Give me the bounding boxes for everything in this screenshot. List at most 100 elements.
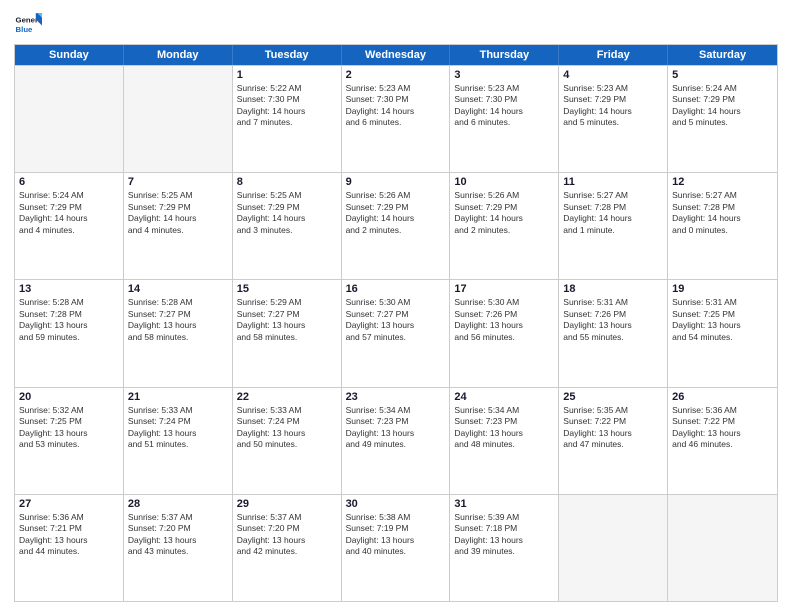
calendar-cell: [668, 495, 777, 601]
day-number: 18: [563, 283, 663, 295]
calendar-cell: [559, 495, 668, 601]
calendar: SundayMondayTuesdayWednesdayThursdayFrid…: [14, 44, 778, 602]
cell-info: Sunrise: 5:34 AM Sunset: 7:23 PM Dayligh…: [346, 405, 446, 451]
cell-info: Sunrise: 5:33 AM Sunset: 7:24 PM Dayligh…: [128, 405, 228, 451]
day-number: 19: [672, 283, 773, 295]
calendar-cell: 15 Sunrise: 5:29 AM Sunset: 7:27 PM Dayli…: [233, 280, 342, 386]
calendar-row-2: 13 Sunrise: 5:28 AM Sunset: 7:28 PM Dayli…: [15, 279, 777, 386]
day-number: 11: [563, 176, 663, 188]
cell-info: Sunrise: 5:28 AM Sunset: 7:28 PM Dayligh…: [19, 297, 119, 343]
calendar-header: SundayMondayTuesdayWednesdayThursdayFrid…: [15, 45, 777, 65]
cell-info: Sunrise: 5:29 AM Sunset: 7:27 PM Dayligh…: [237, 297, 337, 343]
day-number: 21: [128, 391, 228, 403]
day-number: 12: [672, 176, 773, 188]
calendar-cell: 1Sunrise: 5:22 AM Sunset: 7:30 PM Daylig…: [233, 66, 342, 172]
calendar-cell: 8 Sunrise: 5:25 AM Sunset: 7:29 PM Daylig…: [233, 173, 342, 279]
header-day-tuesday: Tuesday: [233, 45, 342, 65]
cell-info: Sunrise: 5:25 AM Sunset: 7:29 PM Dayligh…: [237, 190, 337, 236]
calendar-cell: 5 Sunrise: 5:24 AM Sunset: 7:29 PM Daylig…: [668, 66, 777, 172]
calendar-cell: 12 Sunrise: 5:27 AM Sunset: 7:28 PM Dayli…: [668, 173, 777, 279]
calendar-cell: 19 Sunrise: 5:31 AM Sunset: 7:25 PM Dayli…: [668, 280, 777, 386]
day-number: 17: [454, 283, 554, 295]
day-number: 7: [128, 176, 228, 188]
cell-info: Sunrise: 5:27 AM Sunset: 7:28 PM Dayligh…: [563, 190, 663, 236]
calendar-cell: 3 Sunrise: 5:23 AM Sunset: 7:30 PM Daylig…: [450, 66, 559, 172]
day-number: 29: [237, 498, 337, 510]
calendar-cell: 18 Sunrise: 5:31 AM Sunset: 7:26 PM Dayli…: [559, 280, 668, 386]
header-day-thursday: Thursday: [450, 45, 559, 65]
calendar-cell: 14Sunrise: 5:28 AM Sunset: 7:27 PM Dayli…: [124, 280, 233, 386]
cell-info: Sunrise: 5:23 AM Sunset: 7:30 PM Dayligh…: [346, 83, 446, 129]
header-day-saturday: Saturday: [668, 45, 777, 65]
cell-info: Sunrise: 5:26 AM Sunset: 7:29 PM Dayligh…: [454, 190, 554, 236]
cell-info: Sunrise: 5:24 AM Sunset: 7:29 PM Dayligh…: [672, 83, 773, 129]
cell-info: Sunrise: 5:24 AM Sunset: 7:29 PM Dayligh…: [19, 190, 119, 236]
cell-info: Sunrise: 5:26 AM Sunset: 7:29 PM Dayligh…: [346, 190, 446, 236]
calendar-cell: 11 Sunrise: 5:27 AM Sunset: 7:28 PM Dayli…: [559, 173, 668, 279]
cell-info: Sunrise: 5:31 AM Sunset: 7:25 PM Dayligh…: [672, 297, 773, 343]
calendar-cell: 25 Sunrise: 5:35 AM Sunset: 7:22 PM Dayli…: [559, 388, 668, 494]
calendar-row-4: 27Sunrise: 5:36 AM Sunset: 7:21 PM Dayli…: [15, 494, 777, 601]
calendar-cell: 20Sunrise: 5:32 AM Sunset: 7:25 PM Dayli…: [15, 388, 124, 494]
day-number: 2: [346, 69, 446, 81]
day-number: 5: [672, 69, 773, 81]
calendar-row-1: 6 Sunrise: 5:24 AM Sunset: 7:29 PM Daylig…: [15, 172, 777, 279]
logo-icon: General Blue: [14, 10, 42, 38]
calendar-body: 1Sunrise: 5:22 AM Sunset: 7:30 PM Daylig…: [15, 65, 777, 601]
cell-info: Sunrise: 5:33 AM Sunset: 7:24 PM Dayligh…: [237, 405, 337, 451]
day-number: 28: [128, 498, 228, 510]
calendar-cell: [124, 66, 233, 172]
cell-info: Sunrise: 5:23 AM Sunset: 7:29 PM Dayligh…: [563, 83, 663, 129]
cell-info: Sunrise: 5:38 AM Sunset: 7:19 PM Dayligh…: [346, 512, 446, 558]
day-number: 31: [454, 498, 554, 510]
calendar-row-0: 1Sunrise: 5:22 AM Sunset: 7:30 PM Daylig…: [15, 65, 777, 172]
cell-info: Sunrise: 5:36 AM Sunset: 7:22 PM Dayligh…: [672, 405, 773, 451]
logo: General Blue: [14, 10, 44, 38]
page: General Blue SundayMondayTuesdayWednesda…: [0, 0, 792, 612]
calendar-cell: [15, 66, 124, 172]
calendar-cell: 13 Sunrise: 5:28 AM Sunset: 7:28 PM Dayli…: [15, 280, 124, 386]
header-day-friday: Friday: [559, 45, 668, 65]
cell-info: Sunrise: 5:25 AM Sunset: 7:29 PM Dayligh…: [128, 190, 228, 236]
day-number: 22: [237, 391, 337, 403]
calendar-cell: 27Sunrise: 5:36 AM Sunset: 7:21 PM Dayli…: [15, 495, 124, 601]
calendar-cell: 16Sunrise: 5:30 AM Sunset: 7:27 PM Dayli…: [342, 280, 451, 386]
calendar-cell: 21 Sunrise: 5:33 AM Sunset: 7:24 PM Dayli…: [124, 388, 233, 494]
calendar-cell: 6 Sunrise: 5:24 AM Sunset: 7:29 PM Daylig…: [15, 173, 124, 279]
cell-info: Sunrise: 5:27 AM Sunset: 7:28 PM Dayligh…: [672, 190, 773, 236]
day-number: 6: [19, 176, 119, 188]
calendar-cell: 24Sunrise: 5:34 AM Sunset: 7:23 PM Dayli…: [450, 388, 559, 494]
day-number: 10: [454, 176, 554, 188]
header-day-wednesday: Wednesday: [342, 45, 451, 65]
cell-info: Sunrise: 5:36 AM Sunset: 7:21 PM Dayligh…: [19, 512, 119, 558]
cell-info: Sunrise: 5:37 AM Sunset: 7:20 PM Dayligh…: [237, 512, 337, 558]
calendar-cell: 23Sunrise: 5:34 AM Sunset: 7:23 PM Dayli…: [342, 388, 451, 494]
calendar-cell: 28 Sunrise: 5:37 AM Sunset: 7:20 PM Dayli…: [124, 495, 233, 601]
calendar-cell: 2 Sunrise: 5:23 AM Sunset: 7:30 PM Daylig…: [342, 66, 451, 172]
cell-info: Sunrise: 5:23 AM Sunset: 7:30 PM Dayligh…: [454, 83, 554, 129]
calendar-cell: 10 Sunrise: 5:26 AM Sunset: 7:29 PM Dayli…: [450, 173, 559, 279]
day-number: 25: [563, 391, 663, 403]
cell-info: Sunrise: 5:31 AM Sunset: 7:26 PM Dayligh…: [563, 297, 663, 343]
day-number: 8: [237, 176, 337, 188]
cell-info: Sunrise: 5:34 AM Sunset: 7:23 PM Dayligh…: [454, 405, 554, 451]
day-number: 14: [128, 283, 228, 295]
cell-info: Sunrise: 5:35 AM Sunset: 7:22 PM Dayligh…: [563, 405, 663, 451]
calendar-cell: 22 Sunrise: 5:33 AM Sunset: 7:24 PM Dayli…: [233, 388, 342, 494]
calendar-cell: 31Sunrise: 5:39 AM Sunset: 7:18 PM Dayli…: [450, 495, 559, 601]
cell-info: Sunrise: 5:37 AM Sunset: 7:20 PM Dayligh…: [128, 512, 228, 558]
day-number: 3: [454, 69, 554, 81]
calendar-cell: 17Sunrise: 5:30 AM Sunset: 7:26 PM Dayli…: [450, 280, 559, 386]
day-number: 4: [563, 69, 663, 81]
day-number: 30: [346, 498, 446, 510]
cell-info: Sunrise: 5:22 AM Sunset: 7:30 PM Dayligh…: [237, 83, 337, 129]
calendar-row-3: 20Sunrise: 5:32 AM Sunset: 7:25 PM Dayli…: [15, 387, 777, 494]
calendar-cell: 4 Sunrise: 5:23 AM Sunset: 7:29 PM Daylig…: [559, 66, 668, 172]
day-number: 26: [672, 391, 773, 403]
calendar-cell: 26 Sunrise: 5:36 AM Sunset: 7:22 PM Dayli…: [668, 388, 777, 494]
day-number: 16: [346, 283, 446, 295]
day-number: 9: [346, 176, 446, 188]
day-number: 15: [237, 283, 337, 295]
header: General Blue: [14, 10, 778, 38]
day-number: 13: [19, 283, 119, 295]
